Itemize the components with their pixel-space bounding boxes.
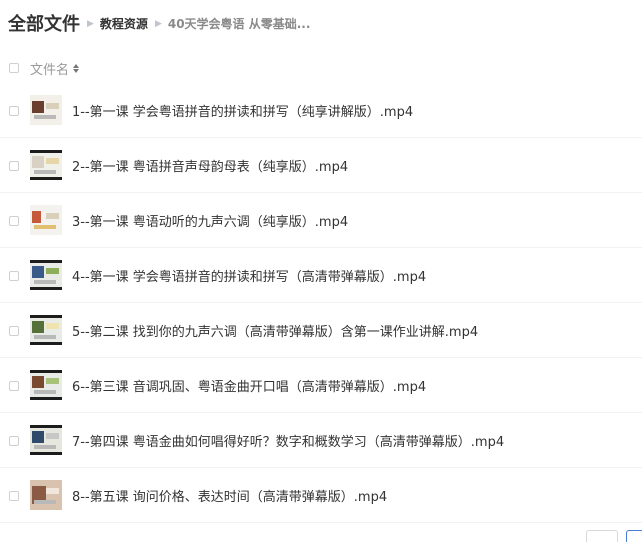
video-thumbnail[interactable] [30,205,62,235]
video-thumbnail[interactable] [30,150,62,180]
row-checkbox[interactable] [9,161,19,171]
video-thumbnail[interactable] [30,315,62,345]
file-list: 1--第一课 学会粤语拼音的拼读和拼写（纯享讲解版）.mp4 2--第一课 粤语… [0,83,642,523]
file-name[interactable]: 4--第一课 学会粤语拼音的拼读和拼写（高清带弹幕版）.mp4 [72,266,426,285]
file-row[interactable]: 2--第一课 粤语拼音声母韵母表（纯享版）.mp4 [0,138,642,193]
row-checkbox[interactable] [9,326,19,336]
pagination-button-active[interactable] [626,530,642,542]
pagination-button[interactable] [586,530,618,542]
file-name[interactable]: 3--第一课 粤语动听的九声六调（纯享版）.mp4 [72,211,348,230]
file-name[interactable]: 8--第五课 询问价格、表达时间（高清带弹幕版）.mp4 [72,486,387,505]
row-checkbox[interactable] [9,106,19,116]
video-thumbnail[interactable] [30,260,62,290]
column-header-filename[interactable]: 文件名 [30,59,80,78]
file-name[interactable]: 1--第一课 学会粤语拼音的拼读和拼写（纯享讲解版）.mp4 [72,101,413,120]
triangle-right-icon: ▶ [87,19,94,29]
file-row[interactable]: 8--第五课 询问价格、表达时间（高清带弹幕版）.mp4 [0,468,642,523]
file-name[interactable]: 6--第三课 音调巩固、粤语金曲开口唱（高清带弹幕版）.mp4 [72,376,426,395]
row-checkbox[interactable] [9,381,19,391]
triangle-right-icon: ▶ [154,19,162,29]
file-row[interactable]: 1--第一课 学会粤语拼音的拼读和拼写（纯享讲解版）.mp4 [0,83,642,138]
row-checkbox[interactable] [9,436,19,446]
select-all-checkbox[interactable] [9,63,19,73]
file-row[interactable]: 5--第二课 找到你的九声六调（高清带弹幕版）含第一课作业讲解.mp4 [0,303,642,358]
pagination [586,530,642,542]
row-checkbox[interactable] [9,216,19,226]
column-header-label: 文件名 [30,62,70,78]
file-row[interactable]: 7--第四课 粤语金曲如何唱得好听？数字和概数学习（高清带弹幕版）.mp4 [0,413,642,468]
breadcrumb-item-folder[interactable]: 教程资源 [100,15,148,32]
video-thumbnail[interactable] [30,95,62,125]
list-header: 文件名 [0,54,642,82]
breadcrumb: 全部文件 ▶ 教程资源 ▶ 40天学会粤语 从零基础... [8,10,310,36]
file-row[interactable]: 4--第一课 学会粤语拼音的拼读和拼写（高清带弹幕版）.mp4 [0,248,642,303]
file-name[interactable]: 5--第二课 找到你的九声六调（高清带弹幕版）含第一课作业讲解.mp4 [72,321,478,340]
file-row[interactable]: 6--第三课 音调巩固、粤语金曲开口唱（高清带弹幕版）.mp4 [0,358,642,413]
file-row[interactable]: 3--第一课 粤语动听的九声六调（纯享版）.mp4 [0,193,642,248]
row-checkbox[interactable] [9,271,19,281]
breadcrumb-root[interactable]: 全部文件 [8,10,80,36]
file-browser: 全部文件 ▶ 教程资源 ▶ 40天学会粤语 从零基础... 文件名 1--第一课… [0,0,642,542]
row-checkbox[interactable] [9,491,19,501]
video-thumbnail[interactable] [30,480,62,510]
file-name[interactable]: 7--第四课 粤语金曲如何唱得好听？数字和概数学习（高清带弹幕版）.mp4 [72,431,504,450]
breadcrumb-item-current: 40天学会粤语 从零基础... [167,16,311,31]
sort-icon[interactable] [73,63,80,73]
video-thumbnail[interactable] [30,425,62,455]
file-name[interactable]: 2--第一课 粤语拼音声母韵母表（纯享版）.mp4 [72,156,348,175]
video-thumbnail[interactable] [30,370,62,400]
